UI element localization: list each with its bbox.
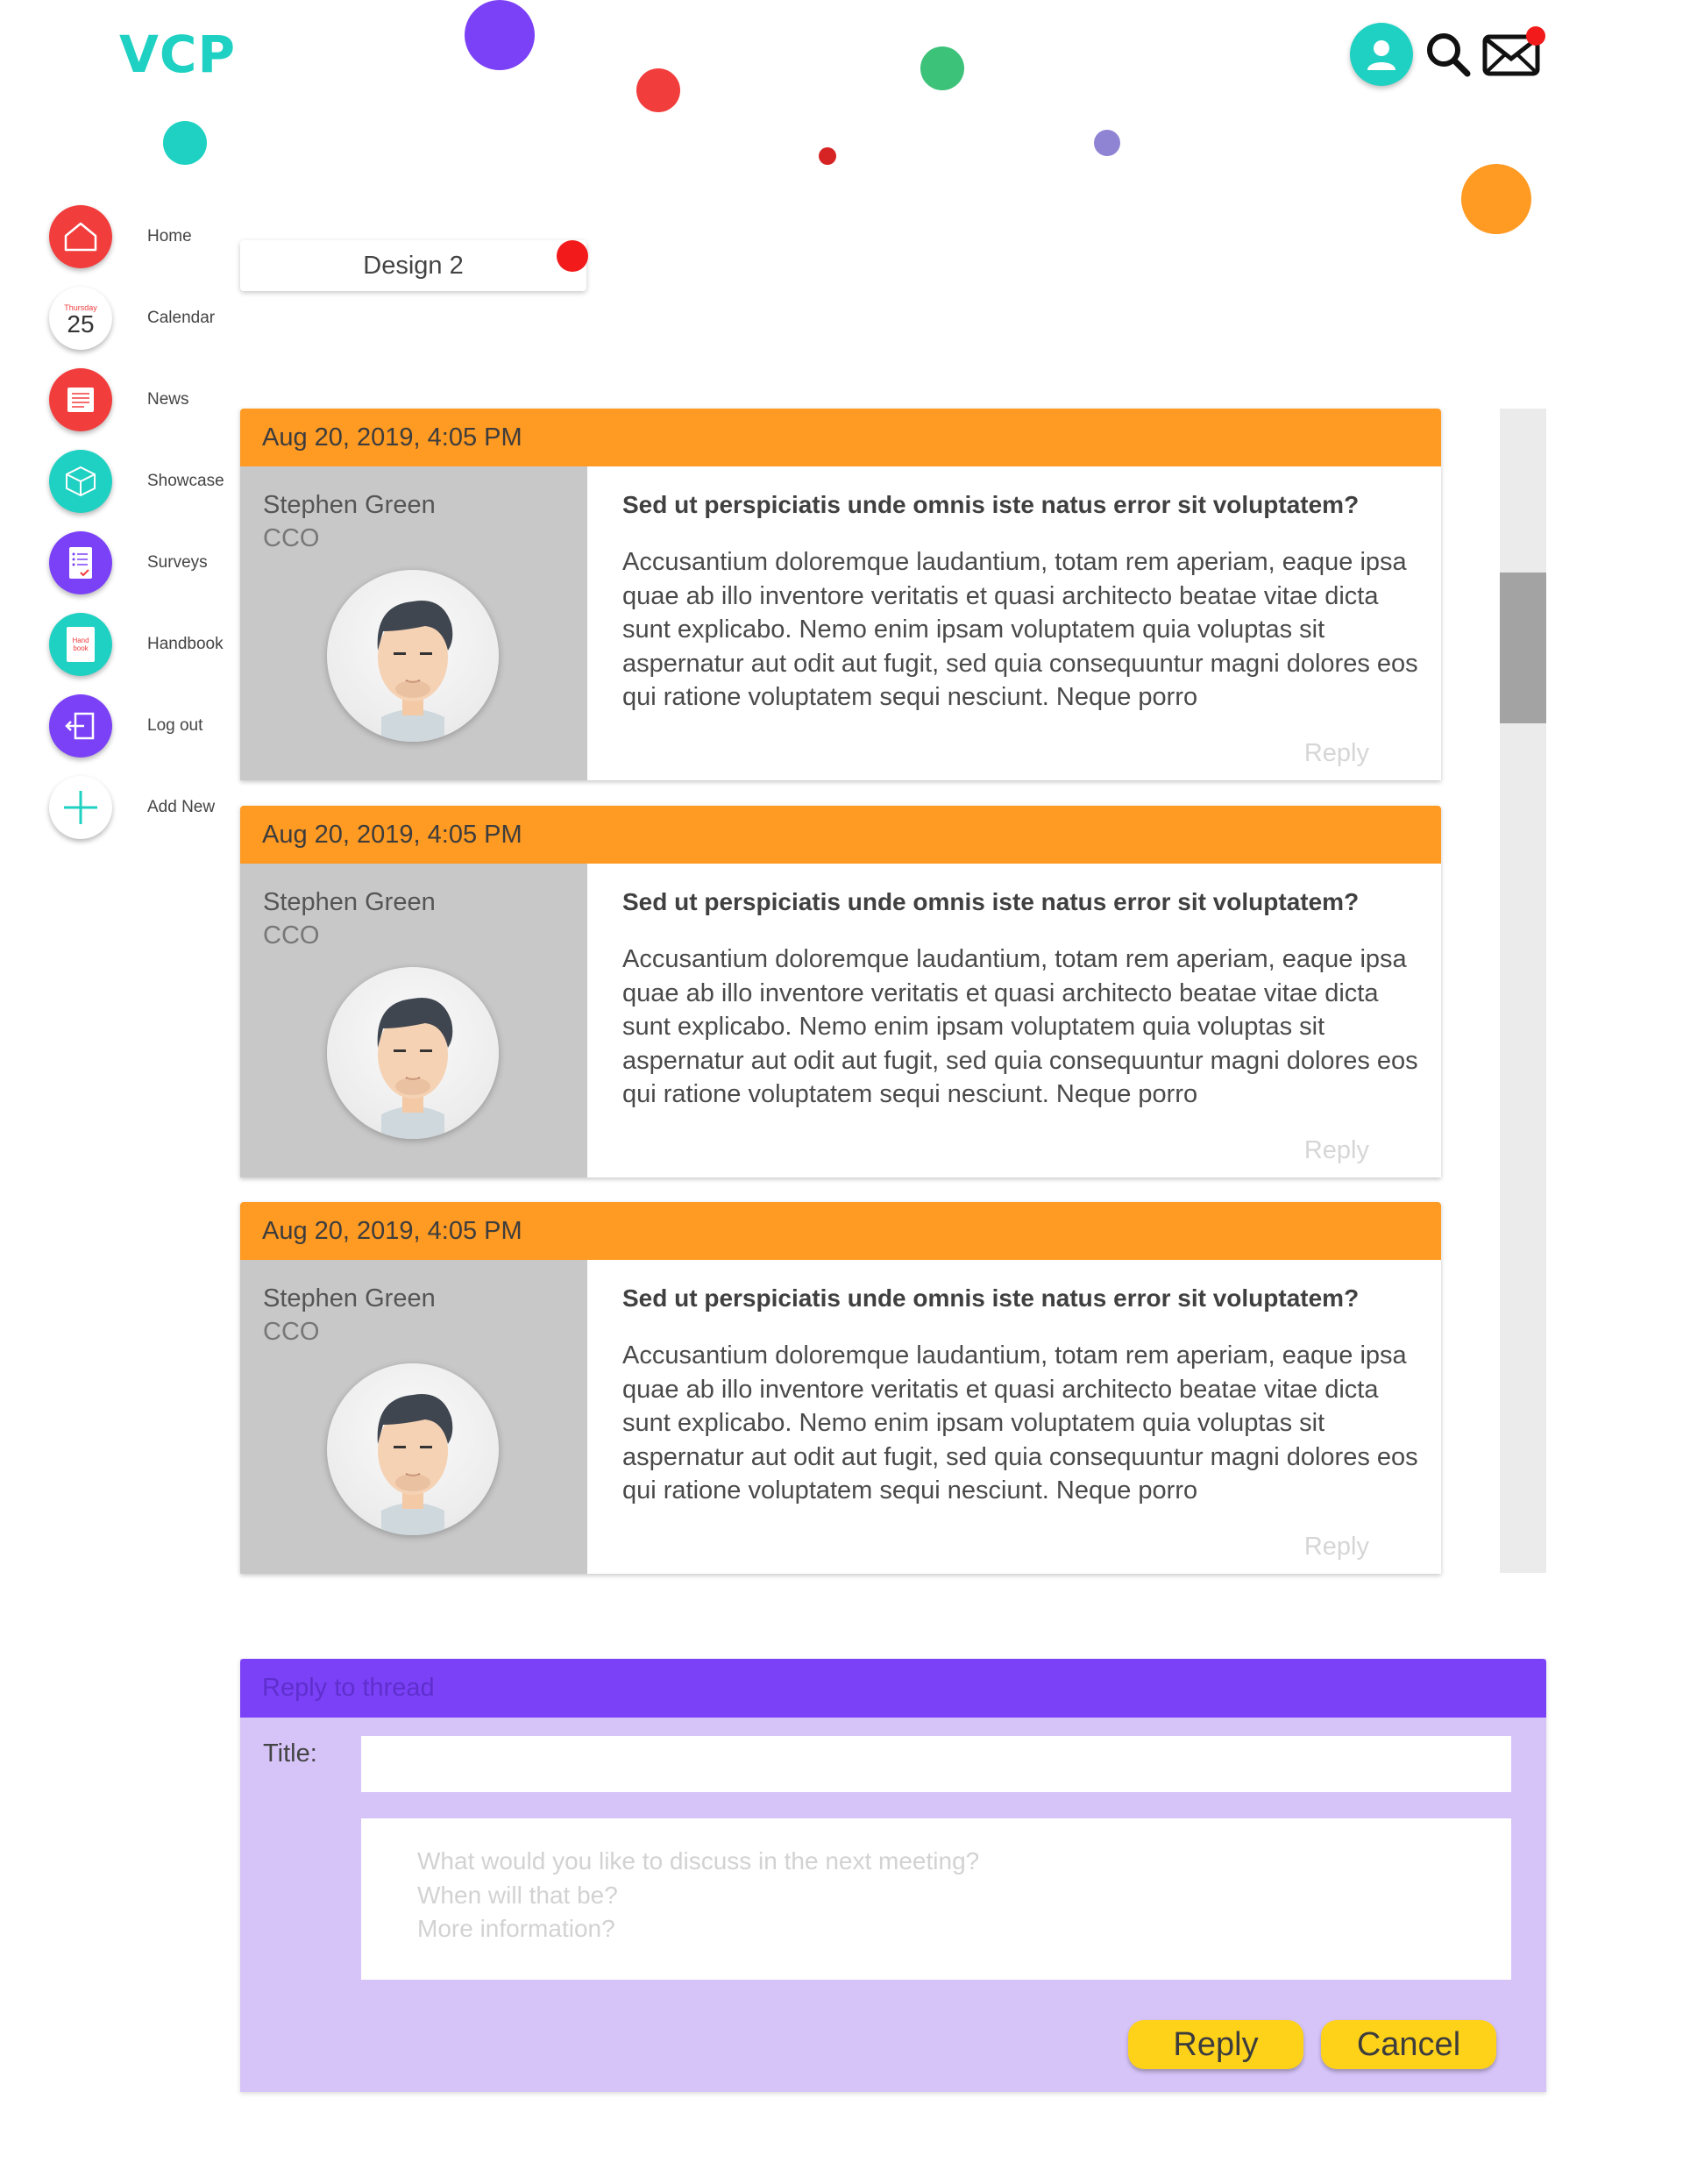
author-name[interactable]: Stephen Green: [263, 888, 436, 917]
notification-badge: [1526, 26, 1545, 46]
cube-icon: [49, 450, 112, 513]
sidebar-item-label: Handbook: [147, 635, 224, 653]
post-author-panel: Stephen Green CCO: [240, 864, 587, 1177]
reply-link[interactable]: Reply: [1304, 1136, 1369, 1165]
post-text: Accusantium doloremque laudantium, totam…: [622, 1341, 1418, 1505]
post-content: Sed ut perspiciatis unde omnis iste natu…: [587, 466, 1441, 780]
sidebar-item-surveys[interactable]: Surveys: [49, 530, 251, 596]
post-date: Aug 20, 2019, 4:05 PM: [240, 1202, 1441, 1260]
post-author-panel: Stephen Green CCO: [240, 1260, 587, 1574]
user-icon[interactable]: [1350, 23, 1413, 86]
decorative-dot: [1094, 130, 1120, 156]
post-content: Sed ut perspiciatis unde omnis iste natu…: [587, 1260, 1441, 1574]
tab-notification-badge: [557, 240, 588, 272]
author-name[interactable]: Stephen Green: [263, 1284, 436, 1313]
avatar[interactable]: [327, 967, 499, 1139]
post-date: Aug 20, 2019, 4:05 PM: [240, 409, 1441, 466]
plus-icon: [49, 776, 112, 839]
scrollbar-thumb[interactable]: [1500, 573, 1546, 723]
sidebar-item-news[interactable]: News: [49, 366, 251, 433]
post-title: Sed ut perspiciatis unde omnis iste natu…: [622, 491, 1360, 518]
sidebar-item-add-new[interactable]: Add New: [49, 774, 251, 841]
reply-form: Reply to thread Title: Reply Cancel: [240, 1659, 1546, 2092]
tab-design-2[interactable]: Design 2: [240, 240, 586, 291]
post-title: Sed ut perspiciatis unde omnis iste natu…: [622, 1284, 1360, 1312]
author-role: CCO: [263, 1318, 320, 1346]
title-label: Title:: [263, 1739, 317, 1768]
sidebar-item-label: Add New: [147, 798, 216, 816]
logout-icon: [49, 694, 112, 758]
handbook-icon-text: Hand book: [67, 627, 95, 662]
post-text: Accusantium doloremque laudantium, totam…: [622, 548, 1418, 712]
message-input[interactable]: [361, 1818, 1511, 1980]
thread-post: Aug 20, 2019, 4:05 PM Stephen Green CCO …: [240, 409, 1441, 780]
post-text: Accusantium doloremque laudantium, totam…: [622, 945, 1418, 1109]
avatar[interactable]: [327, 570, 499, 742]
sidebar-item-label: News: [147, 390, 189, 409]
sidebar-item-label: Log out: [147, 716, 203, 735]
post-author-panel: Stephen Green CCO: [240, 466, 587, 780]
decorative-dot: [920, 46, 964, 90]
author-role: CCO: [263, 921, 320, 950]
decorative-dot: [1461, 164, 1531, 234]
thread-post: Aug 20, 2019, 4:05 PM Stephen Green CCO …: [240, 1202, 1441, 1574]
decorative-dot: [636, 68, 680, 112]
reply-form-header: Reply to thread: [240, 1659, 1546, 1718]
sidebar-item-label: Surveys: [147, 553, 208, 572]
decorative-dot: [163, 121, 207, 165]
sidebar-item-showcase[interactable]: Showcase: [49, 448, 251, 515]
decorative-dot: [819, 147, 836, 165]
sidebar-item-calendar[interactable]: Thursday 25 Calendar: [49, 285, 251, 352]
calendar-icon: Thursday 25: [49, 287, 112, 350]
sidebar-item-home[interactable]: Home: [49, 203, 251, 270]
reply-link[interactable]: Reply: [1304, 739, 1369, 768]
author-role: CCO: [263, 524, 320, 552]
sidebar-item-label: Home: [147, 227, 192, 245]
handbook-icon: Hand book: [49, 613, 112, 676]
decorative-dot: [465, 0, 535, 70]
post-title: Sed ut perspiciatis unde omnis iste natu…: [622, 888, 1360, 915]
author-name[interactable]: Stephen Green: [263, 491, 436, 520]
cancel-button[interactable]: Cancel: [1321, 2020, 1496, 2069]
sidebar-item-label: Calendar: [147, 309, 216, 327]
sidebar-item-label: Showcase: [147, 472, 224, 490]
news-icon: [49, 368, 112, 431]
app-logo[interactable]: VCP: [119, 25, 236, 84]
thread-post: Aug 20, 2019, 4:05 PM Stephen Green CCO …: [240, 806, 1441, 1177]
avatar[interactable]: [327, 1363, 499, 1535]
post-content: Sed ut perspiciatis unde omnis iste natu…: [587, 864, 1441, 1177]
post-date: Aug 20, 2019, 4:05 PM: [240, 806, 1441, 864]
home-icon: [49, 205, 112, 268]
title-input[interactable]: [361, 1736, 1511, 1792]
sidebar-item-logout[interactable]: Log out: [49, 693, 251, 759]
search-icon[interactable]: [1422, 28, 1474, 81]
reply-button[interactable]: Reply: [1128, 2020, 1303, 2069]
calendar-day-number: 25: [67, 310, 95, 338]
reply-link[interactable]: Reply: [1304, 1533, 1369, 1562]
sidebar-item-handbook[interactable]: Hand book Handbook: [49, 611, 251, 678]
survey-icon: [49, 531, 112, 594]
